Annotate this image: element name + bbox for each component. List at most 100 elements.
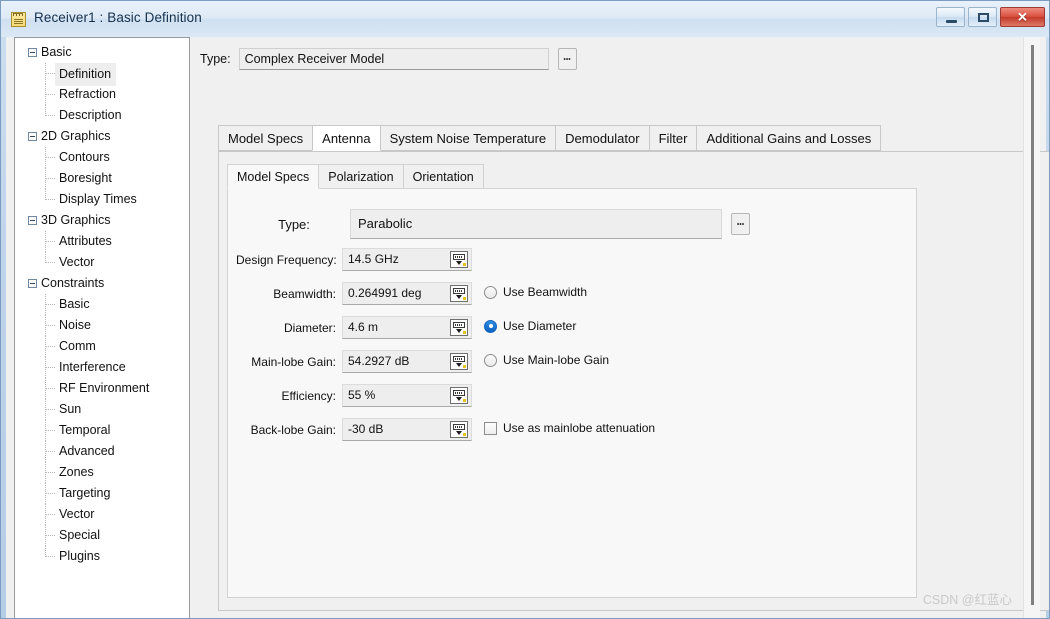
tree-item-plugins[interactable]: Plugins [15, 546, 189, 567]
tree-connector-line [45, 252, 56, 273]
antenna-tab-panel: Model Specs Polarization Orientation Type:… [218, 151, 1049, 611]
navigation-tree: Basic Definition Refraction Description 2D G… [15, 38, 189, 567]
antenna-type-browse-button[interactable] [731, 213, 750, 235]
back-lobe-gain-input[interactable]: -30 dB [342, 418, 472, 441]
close-button[interactable]: ✕ [1000, 7, 1045, 27]
checkbox-use-as-mainlobe-attenuation[interactable]: Use as mainlobe attenuation [484, 421, 655, 435]
tree-item-vector[interactable]: Vector [15, 504, 189, 525]
tree-item-boresight[interactable]: Boresight [15, 168, 189, 189]
diameter-label: Diameter: [283, 321, 336, 335]
receiver-type-browse-button[interactable] [557, 48, 577, 70]
tree-item-label: Constraints [41, 276, 105, 290]
tab-model-specs[interactable]: Model Specs [218, 125, 314, 151]
parameter-row-diameter: Diameter: 4.6 m Use Diameter [228, 313, 916, 347]
tree-connector-line [45, 441, 56, 462]
diameter-input[interactable]: 4.6 m [342, 316, 472, 339]
design-frequency-label: Design Frequency: [236, 253, 337, 267]
tree-item-basic[interactable]: Basic [15, 42, 189, 63]
parameter-list: Design Frequency: 14.5 GHz Beamwidth: 0.264… [228, 245, 916, 449]
antenna-type-label: Type: [278, 216, 310, 232]
tree-item-constraints[interactable]: Constraints [15, 273, 189, 294]
main-lobe-gain-input[interactable]: 54.2927 dB [342, 350, 472, 373]
parameter-row-efficiency: Efficiency: 55 % [228, 381, 916, 415]
antenna-type-field[interactable]: Parabolic [350, 209, 722, 239]
expander-collapse-icon[interactable] [28, 216, 37, 225]
tree-item-sun[interactable]: Sun [15, 399, 189, 420]
parameter-row-beamwidth: Beamwidth: 0.264991 deg Use Beamwidth [228, 279, 916, 313]
unit-calculator-icon[interactable] [450, 421, 468, 438]
radio-button-icon[interactable] [484, 285, 497, 299]
unit-calculator-icon[interactable] [450, 319, 468, 336]
inner-tab-orientation[interactable]: Orientation [402, 164, 484, 189]
tree-item-interference[interactable]: Interference [15, 357, 189, 378]
caption-button-group: ✕ [936, 7, 1045, 27]
expander-collapse-icon[interactable] [28, 132, 37, 141]
tree-item-label: Refraction [59, 87, 116, 101]
radio-use-main-lobe-gain[interactable]: Use Main-lobe Gain [484, 353, 609, 367]
tab-filter[interactable]: Filter [648, 125, 698, 151]
tree-item-definition[interactable]: Definition [15, 63, 189, 86]
tree-item-label: Temporal [59, 423, 111, 437]
expander-collapse-icon[interactable] [28, 48, 37, 57]
tab-system-noise-temperature[interactable]: System Noise Temperature [379, 125, 557, 151]
option-label: Use Diameter [503, 319, 577, 333]
tree-connector-line [45, 231, 56, 252]
receiver-type-field[interactable]: Complex Receiver Model [238, 48, 549, 70]
inner-tab-model-specs[interactable]: Model Specs [227, 164, 320, 189]
tree-item-comm[interactable]: Comm [15, 336, 189, 357]
tree-item-advanced[interactable]: Advanced [15, 441, 189, 462]
tree-item-zones[interactable]: Zones [15, 462, 189, 483]
tree-item-temporal[interactable]: Temporal [15, 420, 189, 441]
expander-collapse-icon[interactable] [28, 279, 37, 288]
design-frequency-input[interactable]: 14.5 GHz [342, 248, 472, 271]
tab-additional-gains-and-losses[interactable]: Additional Gains and Losses [696, 125, 882, 151]
tree-item-label: Attributes [59, 234, 112, 248]
tree-item-description[interactable]: Description [15, 105, 189, 126]
efficiency-input[interactable]: 55 % [342, 384, 472, 407]
tree-item-refraction[interactable]: Refraction [15, 84, 189, 105]
tree-item-3d-graphics[interactable]: 3D Graphics [15, 210, 189, 231]
inner-tab-polarization[interactable]: Polarization [318, 164, 404, 189]
tab-demodulator[interactable]: Demodulator [555, 125, 650, 151]
tree-item-label: Comm [59, 339, 96, 353]
radio-use-beamwidth[interactable]: Use Beamwidth [484, 285, 587, 299]
tree-item-attributes[interactable]: Attributes [15, 231, 189, 252]
tree-connector-line [45, 336, 56, 357]
scrollbar-thumb[interactable] [1031, 45, 1034, 605]
tab-antenna[interactable]: Antenna [312, 125, 381, 151]
radio-button-icon[interactable] [484, 319, 497, 333]
tree-connector-line [45, 546, 56, 567]
maximize-button[interactable] [968, 7, 997, 27]
back-lobe-gain-label: Back-lobe Gain: [250, 423, 336, 437]
checkbox-icon[interactable] [484, 421, 497, 435]
tree-item-targeting[interactable]: Targeting [15, 483, 189, 504]
vertical-scrollbar[interactable] [1023, 37, 1040, 618]
tree-connector-line [45, 84, 56, 105]
tree-item-noise[interactable]: Noise [15, 315, 189, 336]
receiver-type-row: Type: Complex Receiver Model [200, 48, 577, 70]
radio-use-diameter[interactable]: Use Diameter [484, 319, 576, 333]
inner-tab-strip: Model Specs Polarization Orientation [227, 164, 484, 189]
navigation-tree-panel[interactable]: Basic Definition Refraction Description 2D G… [14, 37, 190, 618]
beamwidth-input[interactable]: 0.264991 deg [342, 282, 472, 305]
maximize-icon [978, 13, 989, 22]
tree-item-contours[interactable]: Contours [15, 147, 189, 168]
tree-item-special[interactable]: Special [15, 525, 189, 546]
tree-item-vector[interactable]: Vector [15, 252, 189, 273]
tree-item-display-times[interactable]: Display Times [15, 189, 189, 210]
unit-calculator-icon[interactable] [450, 353, 468, 370]
receiver-type-label: Type: [200, 52, 231, 66]
tree-item-basic[interactable]: Basic [15, 294, 189, 315]
option-label: Use as mainlobe attenuation [503, 421, 656, 435]
minimize-button[interactable] [936, 7, 965, 27]
unit-calculator-icon[interactable] [450, 387, 468, 404]
tree-item-label: Basic [41, 45, 72, 59]
tree-item-rf-environment[interactable]: RF Environment [15, 378, 189, 399]
radio-button-icon[interactable] [484, 353, 497, 367]
tree-item-label: Contours [59, 150, 110, 164]
unit-calculator-icon[interactable] [450, 251, 468, 268]
tree-item-2d-graphics[interactable]: 2D Graphics [15, 126, 189, 147]
unit-calculator-icon[interactable] [450, 285, 468, 302]
beamwidth-label: Beamwidth: [273, 287, 336, 301]
tree-item-label: Vector [59, 255, 95, 269]
